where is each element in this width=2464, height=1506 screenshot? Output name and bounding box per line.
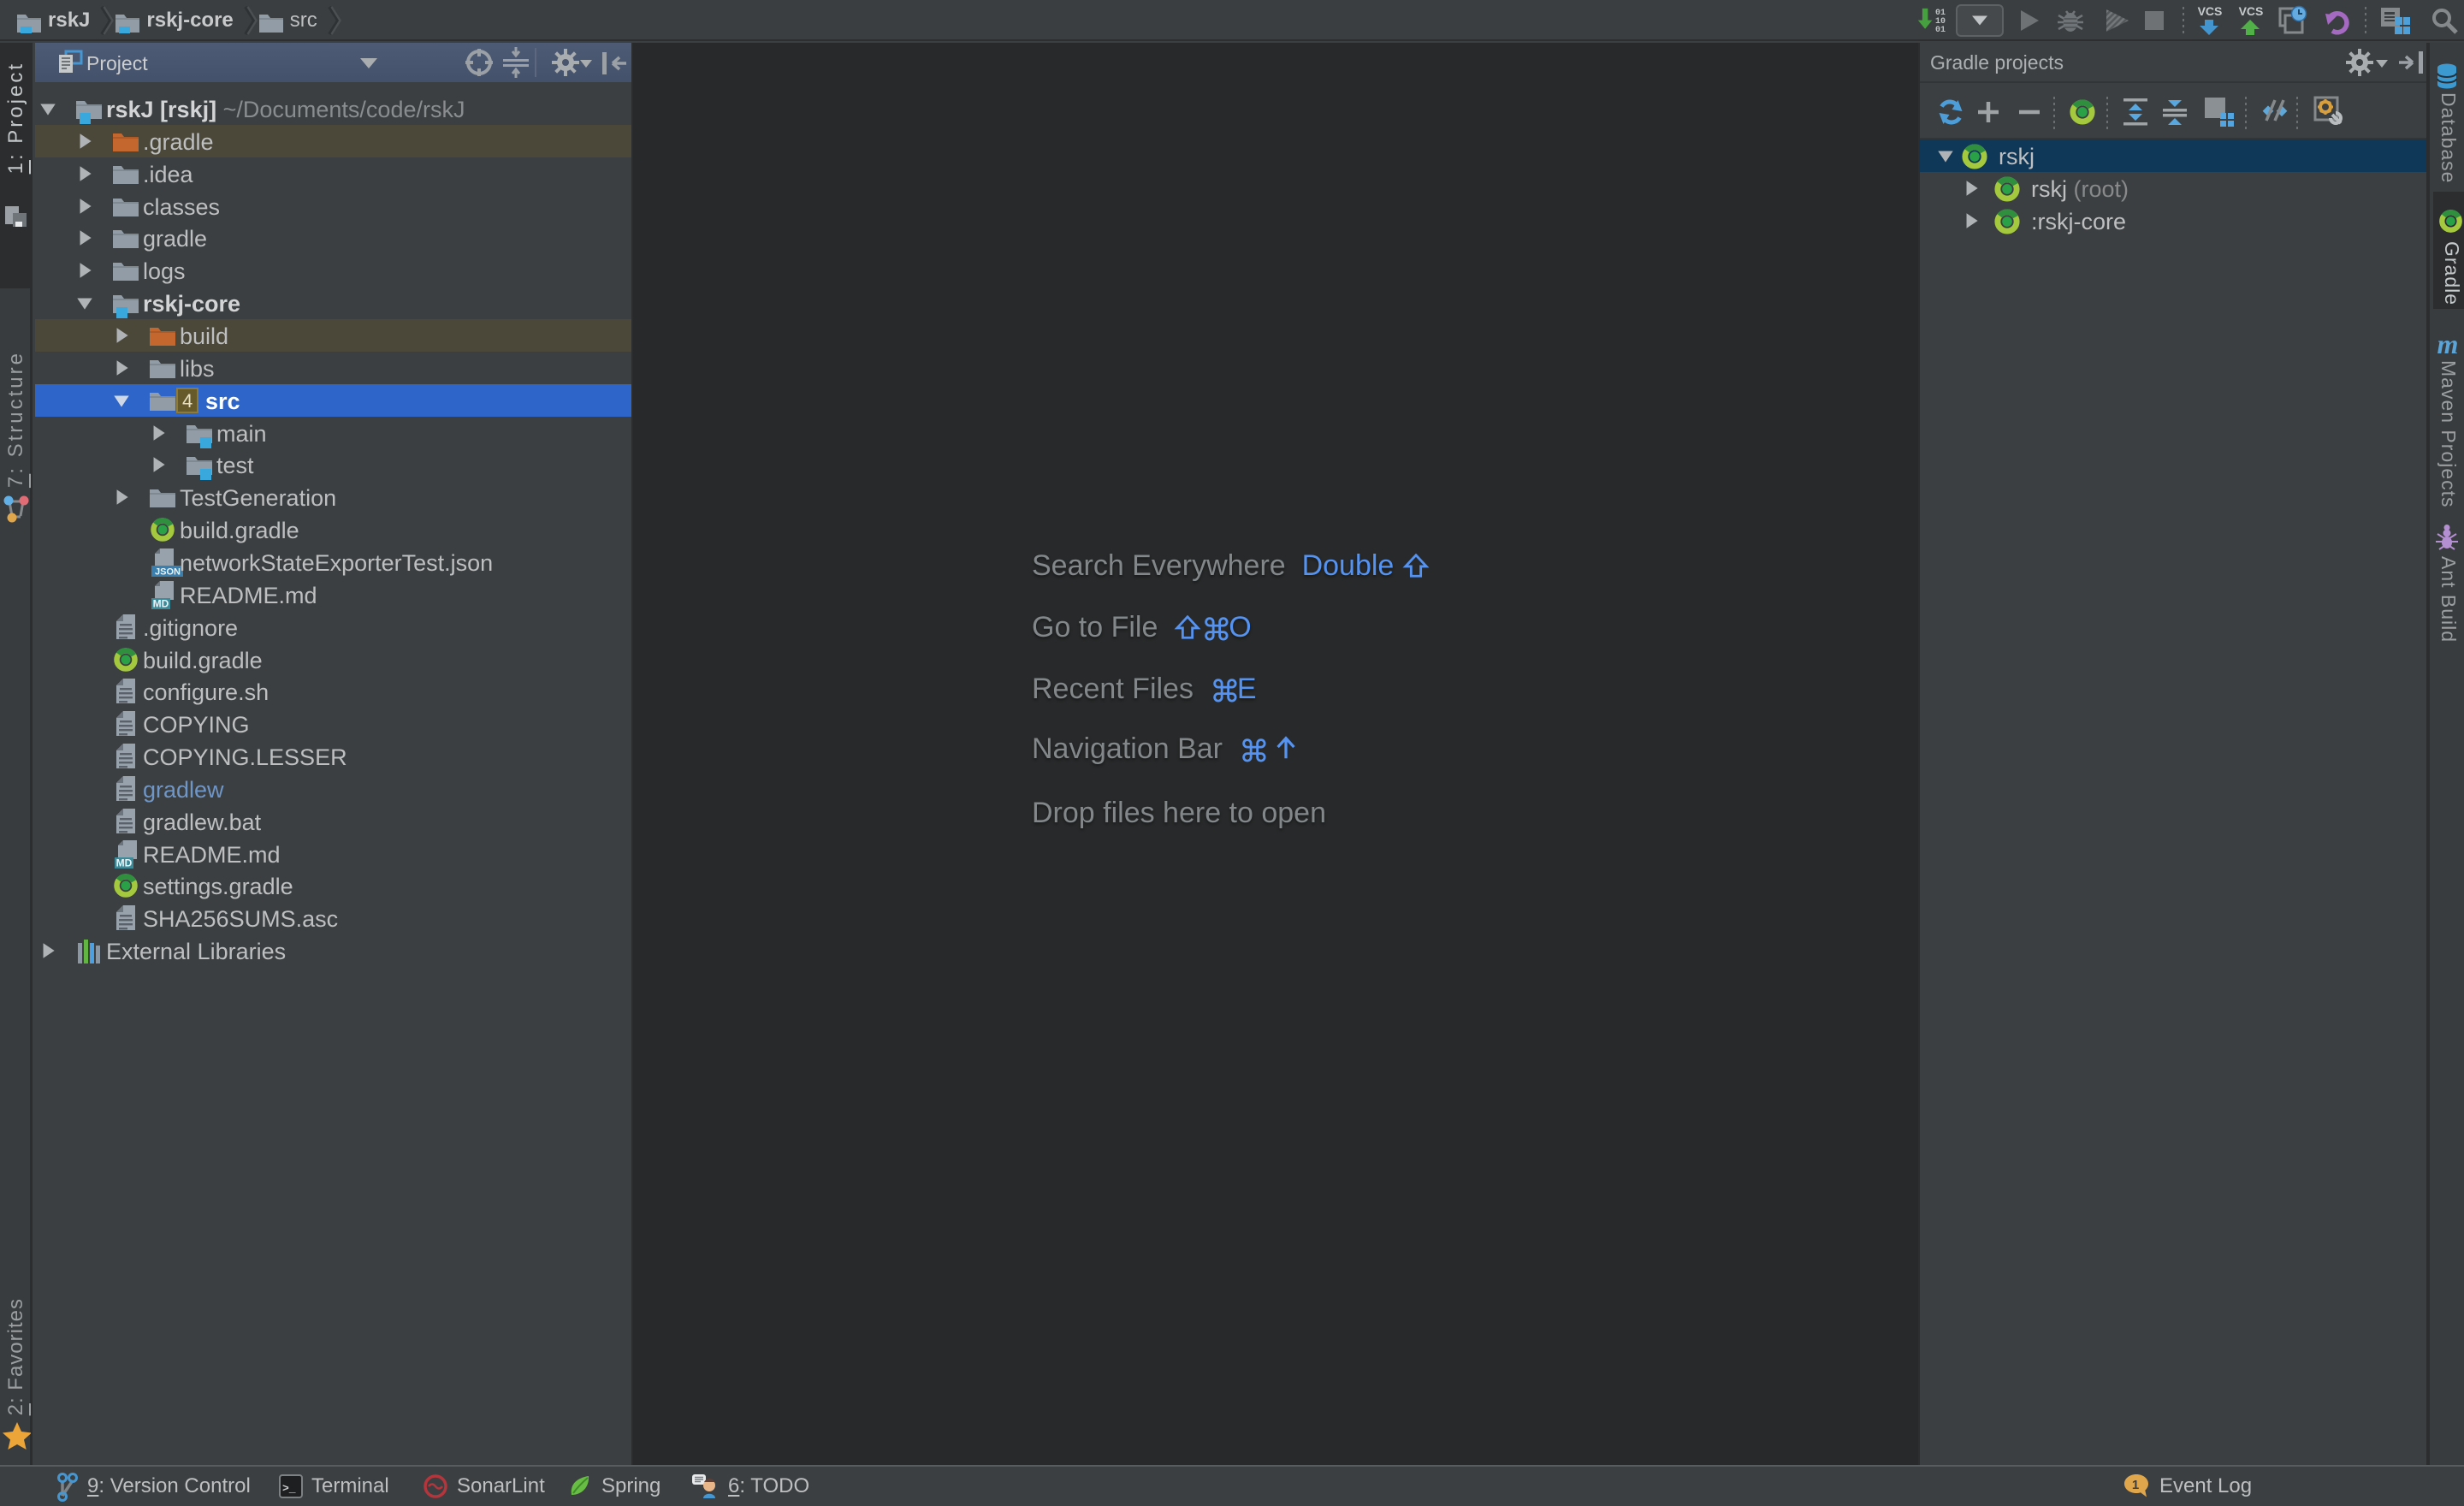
- svg-text:>_: >_: [282, 1482, 296, 1495]
- svg-text:MD: MD: [116, 857, 133, 869]
- svg-text:1: 1: [2132, 1478, 2139, 1492]
- svg-text:VCS: VCS: [2198, 4, 2223, 18]
- svg-text:m: m: [2437, 332, 2459, 358]
- svg-text:VCS: VCS: [2239, 4, 2264, 18]
- svg-text:01: 01: [1935, 26, 1946, 35]
- svg-text:JSON: JSON: [155, 566, 181, 577]
- svg-text:MD: MD: [153, 597, 169, 609]
